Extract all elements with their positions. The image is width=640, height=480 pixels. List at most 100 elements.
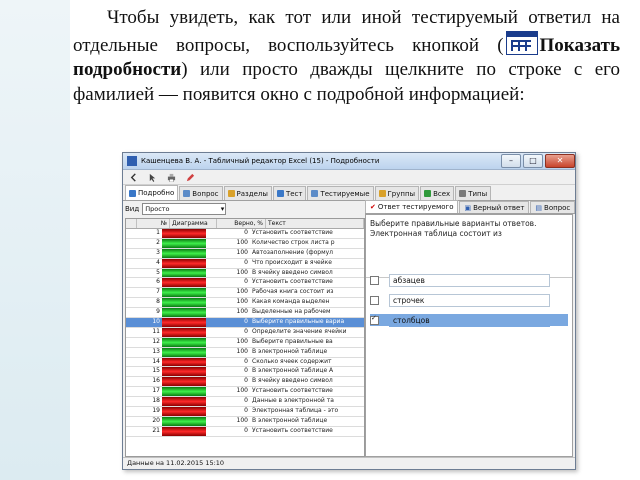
table-row[interactable]: 17 100 Установить соответствие — [126, 387, 364, 398]
row-question-text: В электронной таблице А — [252, 367, 334, 375]
row-question-text: Какая команда выделен — [252, 298, 330, 306]
back-arrow-icon[interactable] — [129, 172, 138, 182]
table-row[interactable]: 5 100 В ячейку введено символ — [126, 268, 364, 279]
wrong-bar — [162, 258, 206, 268]
answer-icon: ▣ — [464, 203, 472, 212]
table-row[interactable]: 15 0 В электронной таблице А — [126, 367, 364, 378]
grid-header-text[interactable]: Текст — [266, 219, 364, 228]
show-details-icon — [505, 30, 538, 55]
tab-icon-question — [183, 190, 191, 197]
table-row[interactable]: 4 0 Что происходит в ячейке — [126, 258, 364, 269]
print-icon[interactable] — [167, 173, 176, 182]
correct-bar — [162, 268, 206, 278]
maximize-button[interactable]: □ — [523, 154, 543, 168]
answer-option[interactable]: абзацев — [370, 273, 568, 287]
table-row[interactable]: 16 0 В ячейку введено символ — [126, 377, 364, 388]
row-marker — [126, 358, 134, 367]
row-marker — [126, 249, 134, 258]
view-select[interactable]: Просто — [142, 203, 227, 215]
cursor-icon[interactable] — [148, 173, 157, 182]
answer-label: столбцов — [389, 313, 550, 327]
grid-header-mark — [126, 219, 137, 228]
row-percent: 100 — [236, 268, 248, 276]
correct-bar — [162, 238, 206, 248]
table-row[interactable]: 11 0 Определите значение ячейки — [126, 327, 364, 338]
row-percent: 100 — [236, 238, 248, 246]
table-row[interactable]: 10 0 Выберите правильные вариа — [126, 318, 364, 328]
tab-correct-answer[interactable]: ▣ Верный ответ — [459, 201, 530, 213]
tab-icon-sections — [227, 190, 235, 197]
tab-question-text[interactable]: ▤ Вопрос — [530, 201, 575, 213]
answer-option[interactable]: столбцов — [370, 313, 568, 327]
answer-option[interactable]: строчек — [370, 293, 568, 307]
row-number: 4 — [156, 258, 160, 266]
row-percent: 0 — [244, 278, 248, 286]
table-row[interactable]: 2 100 Количество строк листа р — [126, 238, 364, 249]
wrong-bar — [162, 357, 206, 367]
table-row[interactable]: 18 0 Данные в электронной та — [126, 397, 364, 408]
table-row[interactable]: 19 0 Электронная таблица - это — [126, 407, 364, 417]
tab-testee-answer[interactable]: ✔ Ответ тестируемого — [365, 200, 459, 213]
row-percent: 0 — [244, 407, 248, 415]
row-percent: 0 — [244, 258, 248, 266]
app-icon — [127, 156, 137, 166]
table-row[interactable]: 14 0 Сколько ячеек содержит — [126, 357, 364, 368]
answer-checkbox[interactable] — [370, 295, 379, 305]
table-row[interactable]: 3 100 Автозаполнение (формул — [126, 248, 364, 259]
row-marker — [126, 298, 134, 307]
table-row[interactable]: 8 100 Какая команда выделен — [126, 298, 364, 309]
table-row[interactable]: 9 100 Выделенные на рабочем — [126, 308, 364, 319]
instruction-paragraph: Чтобы увидеть, как тот или иной тестируе… — [73, 6, 620, 107]
table-row[interactable]: 20 100 В электронной таблице — [126, 416, 364, 427]
row-question-text: Установить соответствие — [252, 426, 333, 434]
tab-test[interactable]: Тест — [272, 186, 307, 200]
row-marker — [126, 377, 134, 386]
row-question-text: Установить соответствие — [252, 387, 333, 395]
wrong-bar — [162, 397, 206, 407]
tab-question[interactable]: Вопрос — [179, 186, 223, 200]
table-row[interactable]: 12 100 Выберите правильные ва — [126, 337, 364, 348]
row-question-text: Определите значение ячейки — [252, 327, 347, 335]
instruction-text-before: Чтобы увидеть, как тот или иной тестируе… — [73, 7, 620, 56]
row-question-text: Выберите правильные ва — [252, 337, 333, 345]
close-button[interactable]: ✕ — [545, 154, 575, 168]
row-marker — [126, 308, 134, 317]
results-grid: № Диаграмма Верно, % Текст 1 0 Установить … — [125, 218, 365, 457]
tab-sections[interactable]: Разделы — [223, 186, 272, 200]
decorative-side-strip — [0, 0, 70, 480]
tab-details[interactable]: Подробно — [125, 185, 179, 200]
row-marker — [126, 269, 134, 278]
grid-header-percent[interactable]: Верно, % — [217, 219, 266, 228]
minimize-button[interactable]: – — [501, 154, 521, 168]
view-filter: Вид Просто — [125, 202, 363, 216]
row-marker — [126, 367, 134, 376]
table-row[interactable]: 21 0 Установить соответствие — [126, 426, 364, 437]
correct-bar — [162, 337, 206, 347]
answer-label: строчек — [389, 293, 550, 307]
edit-pencil-icon[interactable] — [186, 173, 195, 182]
correct-bar — [162, 387, 206, 397]
tab-icon-groups — [378, 190, 386, 197]
table-row[interactable]: 13 100 В электронной таблице — [126, 347, 364, 358]
table-row[interactable]: 6 0 Установить соответствие — [126, 278, 364, 289]
tab-all[interactable]: Всех — [420, 186, 455, 200]
window-titlebar[interactable]: Кашенцева В. А. - Табличный редактор Exc… — [123, 153, 575, 170]
wrong-bar — [162, 426, 206, 436]
answer-checkbox[interactable] — [370, 314, 379, 325]
grid-header-diagram[interactable]: Диаграмма — [170, 219, 217, 228]
table-row[interactable]: 1 0 Установить соответствие — [126, 229, 364, 239]
row-percent: 0 — [244, 318, 248, 326]
tab-types[interactable]: Типы — [455, 186, 492, 200]
answer-checkbox[interactable] — [370, 275, 379, 285]
correct-bar — [162, 416, 206, 426]
answer-label: абзацев — [389, 273, 550, 287]
table-row[interactable]: 7 100 Рабочая книга состоит из — [126, 288, 364, 299]
row-number: 7 — [156, 288, 160, 296]
window-title: Кашенцева В. А. - Табличный редактор Exc… — [141, 157, 380, 165]
row-marker — [126, 427, 134, 436]
row-marker — [126, 338, 134, 347]
grid-header-number[interactable]: № — [137, 219, 170, 228]
tab-testees[interactable]: Тестируемые — [307, 186, 374, 200]
tab-groups[interactable]: Группы — [374, 186, 420, 200]
row-question-text: Выделенные на рабочем — [252, 308, 331, 316]
